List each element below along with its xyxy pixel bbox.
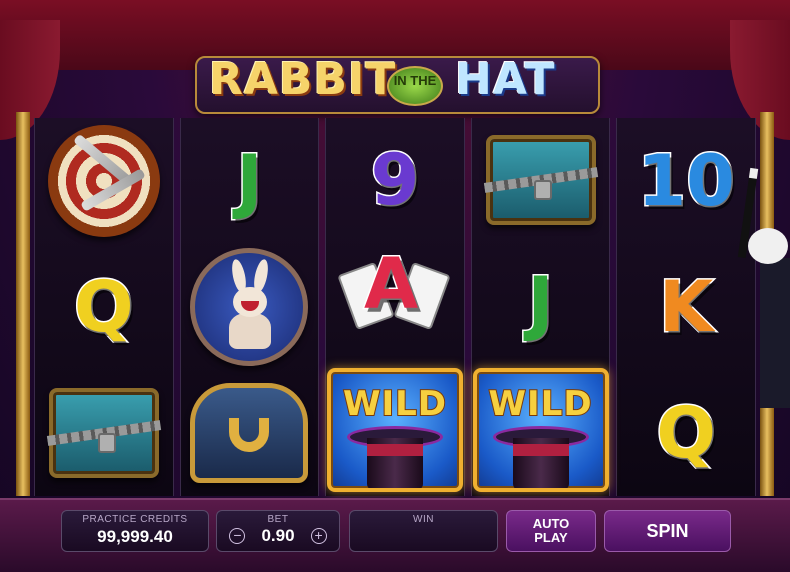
rabbit-body xyxy=(229,313,272,349)
left-gold-pillar xyxy=(16,112,30,496)
reel-grid: Q J 9 A WILD J WILD 10 K Q xyxy=(34,118,756,496)
logo-in-the-text: IN THE xyxy=(387,66,443,106)
spin-label: SPIN xyxy=(646,520,689,541)
symbol-cell: 9 xyxy=(326,118,464,241)
symbol-cell: WILD xyxy=(472,364,610,496)
letter-q-symbol: Q xyxy=(73,266,135,348)
symbol-cell xyxy=(35,118,173,244)
number-9-symbol: 9 xyxy=(369,138,421,221)
control-bar: PRACTICE CREDITS 99,999.40 BET − 0.90 + … xyxy=(0,498,790,572)
bet-increase-button[interactable]: + xyxy=(310,528,327,544)
symbol-cell: 10 xyxy=(617,118,755,244)
credits-value: 99,999.40 xyxy=(97,527,173,546)
logo-hat-text: HAT xyxy=(455,54,556,105)
bet-value: 0.90 xyxy=(261,526,295,545)
wild-label: WILD xyxy=(488,383,593,425)
symbol-cell: WILD xyxy=(326,364,464,496)
credits-label: PRACTICE CREDITS xyxy=(82,514,188,525)
symbol-cell xyxy=(35,370,173,496)
reel-5: 10 K Q xyxy=(616,118,756,496)
treasure-trunk-icon xyxy=(190,383,309,483)
reel-1: Q xyxy=(34,118,174,496)
symbol-cell xyxy=(181,370,319,496)
reel-3: 9 A WILD xyxy=(325,118,465,496)
letter-q-symbol: Q xyxy=(655,392,717,474)
wild-label: WILD xyxy=(342,383,447,425)
autoplay-button[interactable]: AUTO PLAY xyxy=(506,510,596,552)
symbol-cell: J xyxy=(472,241,610,364)
bet-decrease-button[interactable]: − xyxy=(229,528,246,544)
game-stage: RABBIT IN THE HAT Q J 9 A WILD J WILD 10… xyxy=(0,0,790,572)
spin-button[interactable]: SPIN xyxy=(604,510,731,552)
symbol-cell: Q xyxy=(617,370,755,496)
letter-k-symbol: K xyxy=(658,266,715,348)
logo-rabbit-text: RABBIT xyxy=(209,54,397,105)
symbol-cell: K xyxy=(617,244,755,370)
symbol-cell: A xyxy=(326,241,464,364)
symbol-cell: J xyxy=(181,118,319,244)
padlock-icon xyxy=(97,433,116,453)
target-symbol-icon xyxy=(47,125,160,237)
letter-j-symbol: J xyxy=(526,261,555,344)
top-hat-band xyxy=(512,444,569,456)
rabbit-symbol-icon xyxy=(190,248,309,366)
number-10-symbol: 10 xyxy=(636,140,736,222)
symbol-cell: Q xyxy=(35,244,173,370)
credits-display: PRACTICE CREDITS 99,999.40 xyxy=(61,510,209,552)
magician-sleeve xyxy=(760,258,790,408)
win-display: WIN xyxy=(349,510,498,552)
reel-2: J xyxy=(179,118,320,496)
symbol-cell xyxy=(181,244,319,370)
chained-chest-icon xyxy=(483,134,598,225)
trunk-clasp xyxy=(229,418,270,452)
letter-a-symbol: A xyxy=(362,242,419,325)
bet-label: BET xyxy=(267,514,289,525)
wild-symbol: WILD xyxy=(472,368,609,492)
game-logo: RABBIT IN THE HAT xyxy=(195,48,600,118)
wild-symbol: WILD xyxy=(326,368,463,492)
symbol-cell xyxy=(472,118,610,241)
chained-chest-icon xyxy=(46,388,161,478)
bet-display: BET − 0.90 + xyxy=(216,510,340,552)
autoplay-label: AUTO PLAY xyxy=(532,516,570,545)
top-hat-band xyxy=(366,444,423,456)
magician-glove-icon xyxy=(748,228,788,264)
playing-cards-icon: A xyxy=(337,247,451,353)
padlock-icon xyxy=(534,179,553,200)
reel-4: J WILD xyxy=(470,118,611,496)
win-label: WIN xyxy=(413,514,434,525)
bet-stepper: − 0.90 + xyxy=(217,526,339,546)
letter-j-symbol: J xyxy=(235,140,264,222)
